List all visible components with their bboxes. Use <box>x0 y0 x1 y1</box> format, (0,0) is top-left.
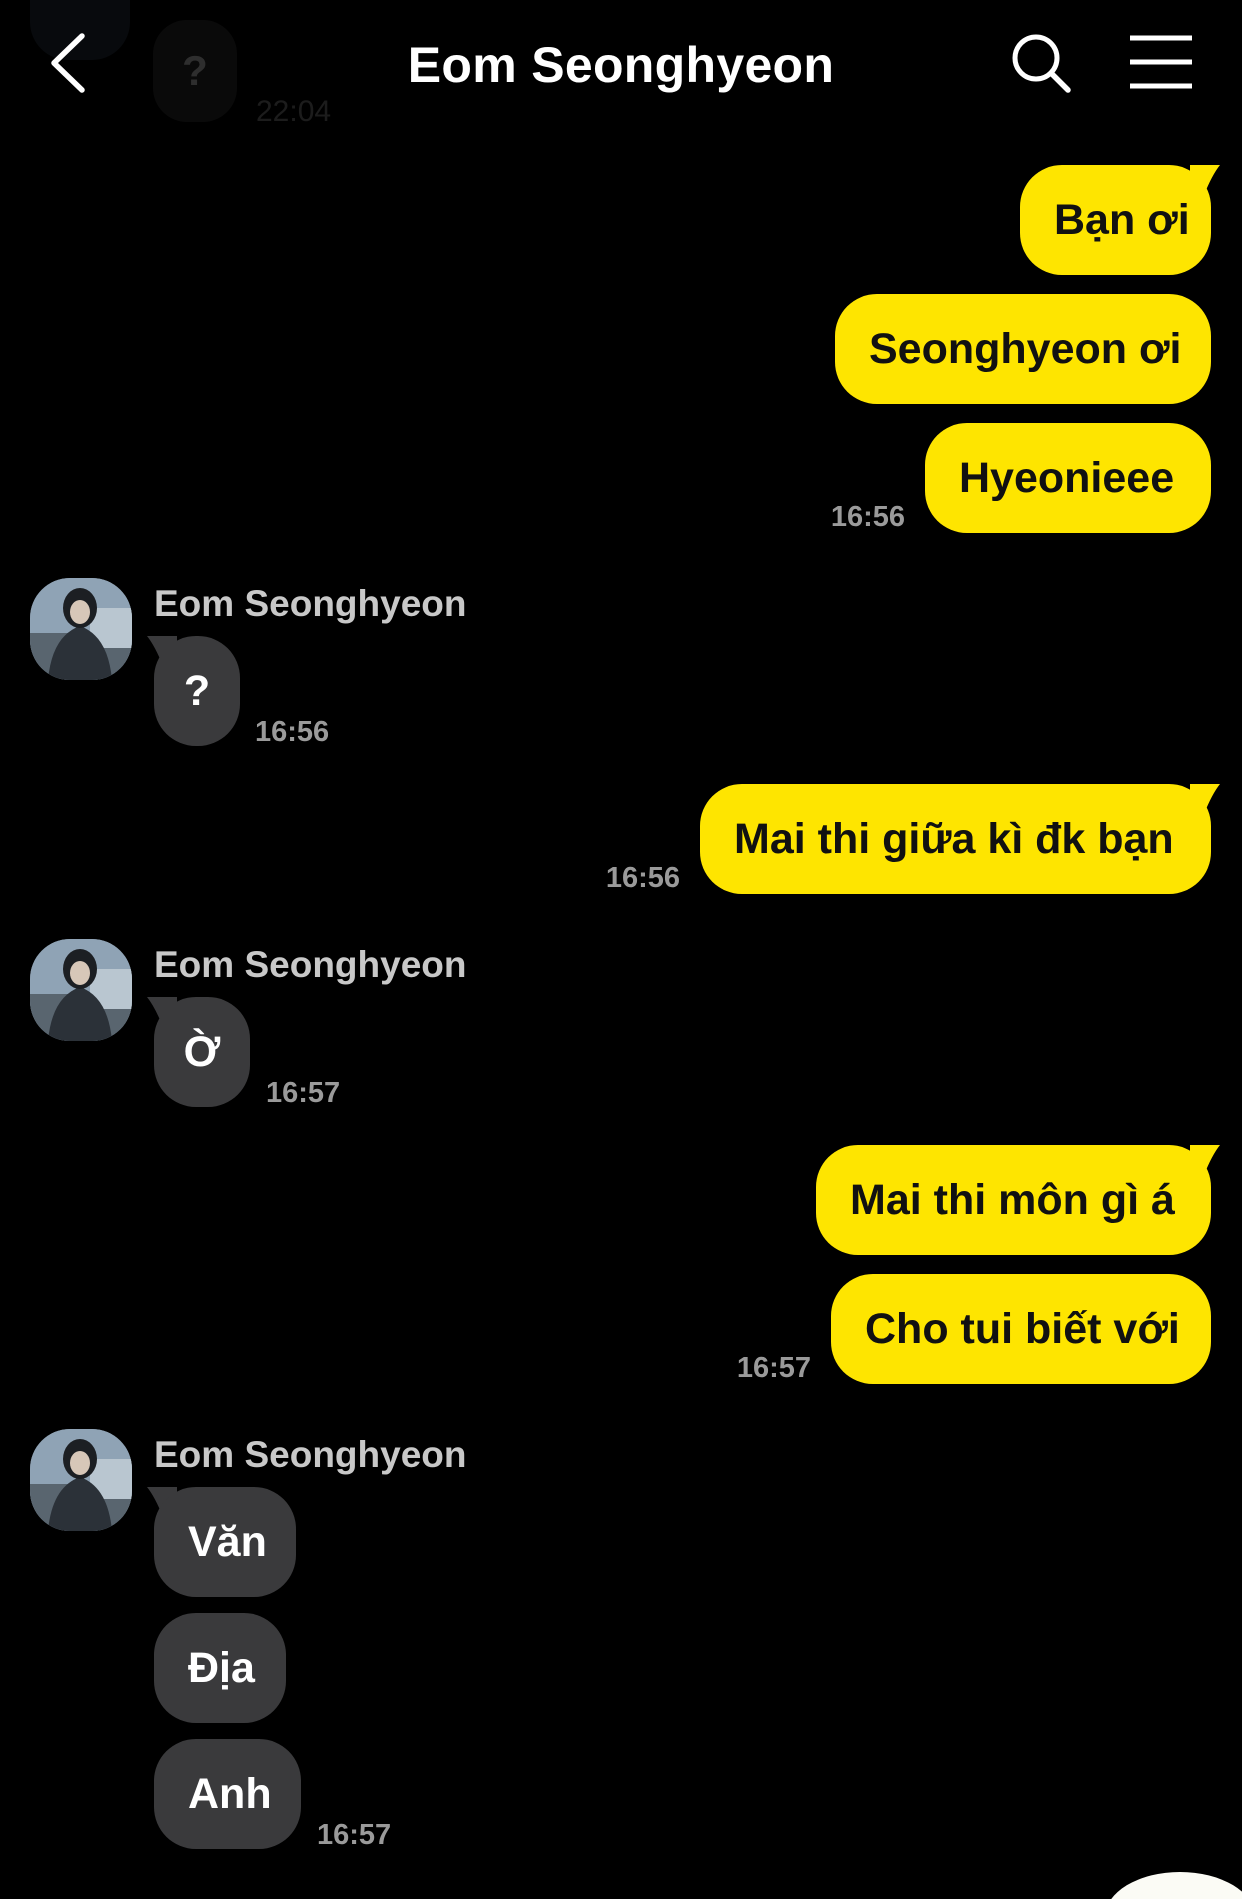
message-timestamp: 16:57 <box>317 1819 392 1851</box>
message-text: Địa <box>188 1643 255 1692</box>
contact-avatar[interactable] <box>30 578 132 680</box>
avatar-photo <box>30 578 132 680</box>
incoming-message[interactable]: Ờ <box>154 997 250 1107</box>
message-timestamp: 16:57 <box>266 1077 341 1109</box>
back-button[interactable] <box>38 28 98 98</box>
avatar-photo <box>30 1429 132 1531</box>
message-text: Hyeonieee <box>959 453 1175 502</box>
incoming-message[interactable]: Anh <box>154 1739 301 1849</box>
outgoing-bubble-tail <box>1190 1145 1220 1175</box>
hamburger-menu-icon <box>1130 35 1192 89</box>
chat-title: Eom Seonghyeon <box>407 37 835 93</box>
search-button[interactable] <box>1010 32 1072 94</box>
sender-name: Eom Seonghyeon <box>154 1434 467 1475</box>
message-text: Mai thi môn gì á <box>850 1175 1175 1224</box>
contact-avatar[interactable] <box>30 1429 132 1531</box>
contact-avatar[interactable] <box>30 939 132 1041</box>
message-timestamp: 16:57 <box>736 1352 811 1384</box>
message-text: Văn <box>188 1517 267 1566</box>
message-text: Mai thi giữa kì đk bạn <box>734 814 1174 863</box>
outgoing-bubble-tail <box>1190 784 1220 814</box>
message-text: Anh <box>188 1769 272 1818</box>
incoming-message[interactable]: ? <box>154 636 240 746</box>
sender-name: Eom Seonghyeon <box>154 583 467 624</box>
outgoing-message[interactable]: Cho tui biết với <box>831 1274 1211 1384</box>
outgoing-bubble-tail <box>1190 165 1220 195</box>
outgoing-message[interactable]: Mai thi môn gì á <box>816 1145 1211 1255</box>
avatar-photo <box>30 939 132 1041</box>
message-timestamp: 16:56 <box>830 501 905 533</box>
emoticon-sticker[interactable] <box>1105 1872 1242 1899</box>
outgoing-message[interactable]: Hyeonieee <box>925 423 1211 533</box>
message-timestamp: 16:56 <box>255 716 330 748</box>
message-timestamp: 16:56 <box>605 862 680 894</box>
chevron-left-icon <box>51 33 85 93</box>
message-text: Cho tui biết với <box>865 1304 1180 1353</box>
outgoing-message[interactable]: Bạn ơi <box>1020 165 1211 275</box>
message-text: Seonghyeon ơi <box>869 324 1182 373</box>
menu-button[interactable] <box>1128 34 1194 90</box>
outgoing-message[interactable]: Mai thi giữa kì đk bạn <box>700 784 1211 894</box>
message-text: Bạn ơi <box>1054 195 1190 244</box>
message-text: ? <box>183 666 211 715</box>
incoming-message[interactable]: Địa <box>154 1613 286 1723</box>
incoming-message[interactable]: Văn <box>154 1487 296 1597</box>
sender-name: Eom Seonghyeon <box>154 944 467 985</box>
message-text: Ờ <box>183 1027 221 1076</box>
chat-header: Eom Seonghyeon <box>0 0 1242 130</box>
search-icon <box>1012 34 1071 93</box>
outgoing-message[interactable]: Seonghyeon ơi <box>835 294 1211 404</box>
chat-screen: ? 22:04 Eom Seonghyeon Bạn ơi Seonghyeon… <box>0 0 1242 1899</box>
